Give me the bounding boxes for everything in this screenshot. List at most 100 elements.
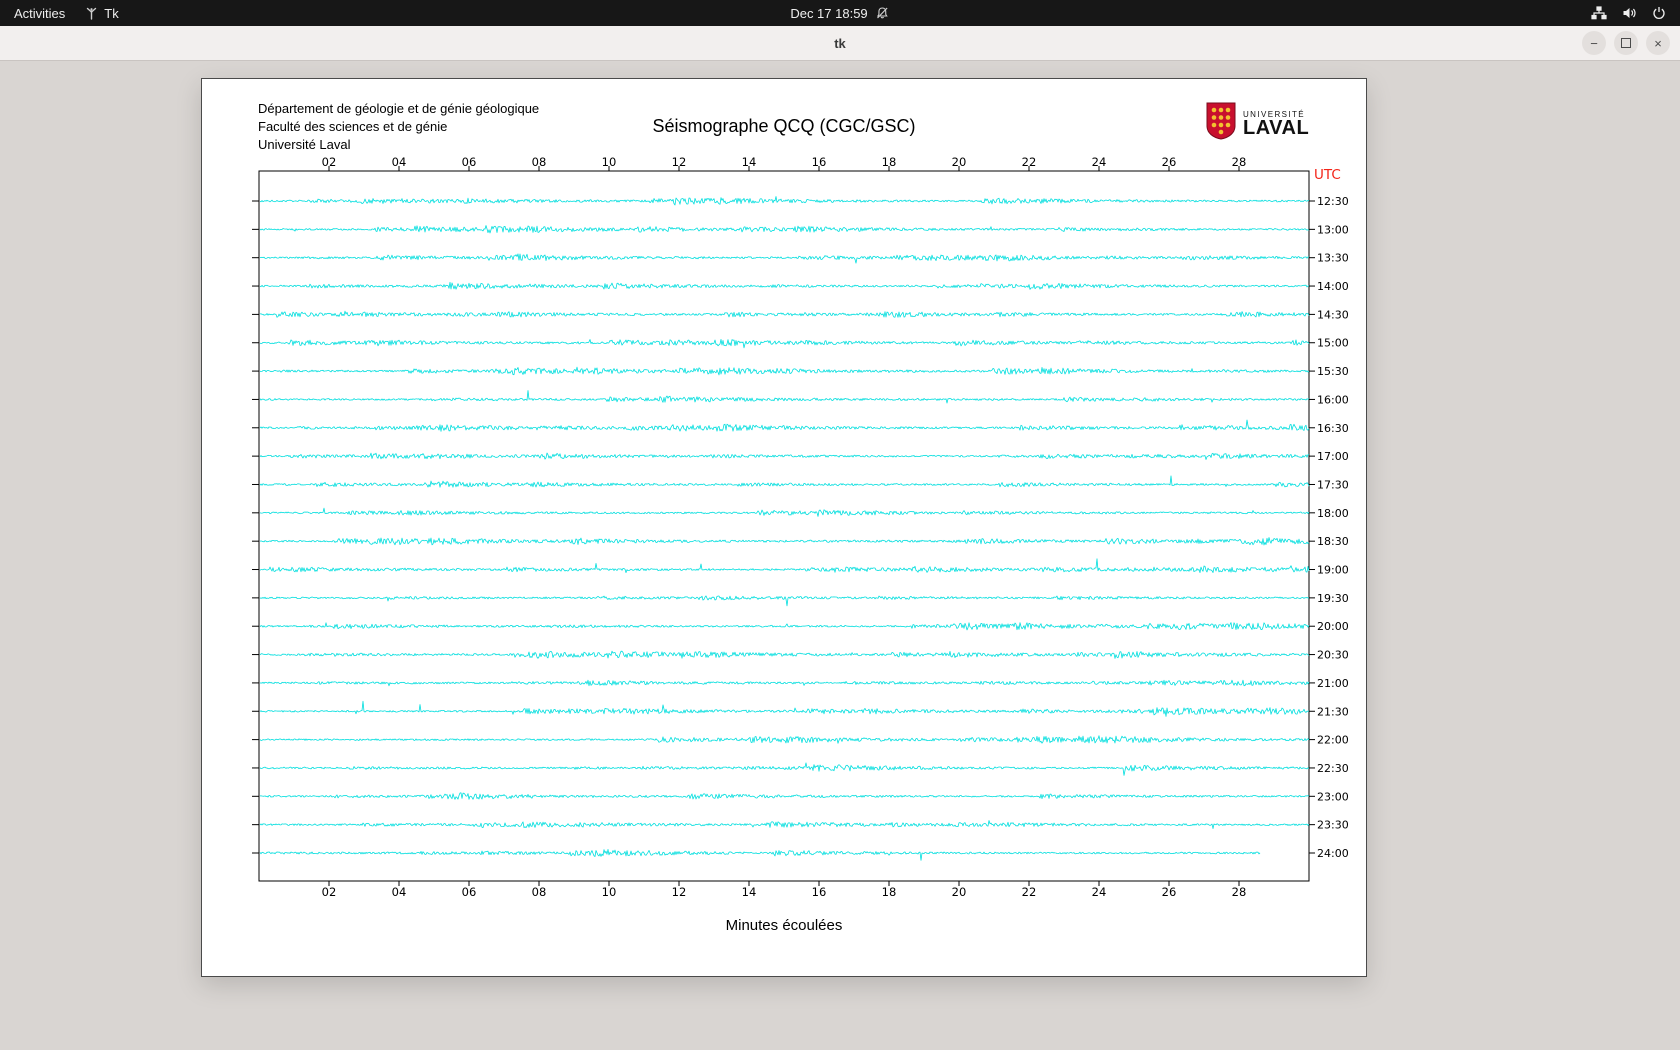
trace-time-label: 13:00 <box>1317 223 1349 236</box>
trace-time-label: 15:00 <box>1317 337 1349 350</box>
seismogram-trace <box>259 338 1310 349</box>
laval-logo-line2: LAVAL <box>1243 117 1310 139</box>
restore-button[interactable] <box>1614 31 1638 55</box>
seismogram-trace <box>259 679 1310 687</box>
trace-time-label: 18:30 <box>1317 535 1349 548</box>
restore-icon <box>1621 38 1631 48</box>
x-tick-label-bottom: 20 <box>952 885 967 899</box>
seismogram-trace <box>259 225 1310 234</box>
seismogram-trace <box>259 700 1310 717</box>
universite-laval-logo: UNIVERSITÉ LAVAL <box>1206 102 1309 145</box>
laval-logo-text: UNIVERSITÉ LAVAL <box>1243 110 1310 139</box>
x-tick-label-bottom: 16 <box>812 885 827 899</box>
x-tick-label-top: 02 <box>322 155 337 169</box>
seismogram-trace <box>259 849 1261 861</box>
tk-app-indicator[interactable]: Tk <box>85 5 119 21</box>
x-tick-label-bottom: 04 <box>392 885 407 899</box>
x-tick-label-bottom: 06 <box>462 885 477 899</box>
x-tick-label-bottom: 12 <box>672 885 687 899</box>
laval-shield-icon <box>1206 102 1236 145</box>
tk-app-label: Tk <box>104 5 119 21</box>
network-tree-icon <box>1591 6 1607 20</box>
seismogram-trace <box>259 419 1310 432</box>
activities-button[interactable]: Activities <box>14 6 65 21</box>
trace-time-label: 12:30 <box>1317 195 1349 208</box>
trace-time-label: 22:30 <box>1317 762 1349 775</box>
x-tick-label-bottom: 08 <box>532 885 547 899</box>
seismogram-trace <box>259 820 1310 829</box>
clock-menu[interactable]: Dec 17 18:59 <box>790 0 889 26</box>
window-controls: − × <box>1582 31 1670 55</box>
x-tick-label-top: 28 <box>1232 155 1247 169</box>
trace-time-label: 23:30 <box>1317 819 1349 832</box>
power-icon <box>1652 6 1666 20</box>
x-tick-label-top: 24 <box>1092 155 1107 169</box>
seismograph-chart: 02 02 04 04 06 06 08 08 10 10 12 12 14 14 16 16 18 18 20 20… <box>222 155 1362 900</box>
seismogram-trace <box>259 366 1310 376</box>
clock-label: Dec 17 18:59 <box>790 5 868 21</box>
seismogram-trace <box>259 452 1310 460</box>
trace-time-label: 16:00 <box>1317 393 1349 406</box>
seismogram-trace <box>259 281 1310 290</box>
x-tick-label-top: 20 <box>952 155 967 169</box>
x-tick-label-top: 12 <box>672 155 687 169</box>
window-titlebar[interactable]: tk <box>0 26 1680 61</box>
trace-time-label: 14:30 <box>1317 308 1349 321</box>
seismograph-svg: 02 02 04 04 06 06 08 08 10 10 12 12 14 14 16 16 18 18 20 20… <box>252 155 1349 899</box>
x-tick-label-top: 04 <box>392 155 407 169</box>
x-tick-label-bottom: 28 <box>1232 885 1247 899</box>
trace-time-label: 19:30 <box>1317 592 1349 605</box>
trace-time-label: 18:00 <box>1317 507 1349 520</box>
x-tick-label-top: 18 <box>882 155 897 169</box>
notifications-muted-icon <box>876 6 890 20</box>
x-tick-label-top: 26 <box>1162 155 1177 169</box>
seismogram-trace <box>259 622 1310 631</box>
trace-time-label: 13:30 <box>1317 252 1349 265</box>
x-tick-label-bottom: 14 <box>742 885 757 899</box>
seismogram-trace <box>259 196 1309 206</box>
page-title: Séismographe QCQ (CGC/GSC) <box>652 116 916 136</box>
trace-time-label: 22:00 <box>1317 734 1349 747</box>
trace-time-label: 16:30 <box>1317 422 1349 435</box>
x-tick-label-bottom: 22 <box>1022 885 1037 899</box>
x-tick-label-top: 16 <box>812 155 827 169</box>
seismogram-trace <box>259 253 1310 264</box>
minimize-button[interactable]: − <box>1582 31 1606 55</box>
x-tick-label-top: 06 <box>462 155 477 169</box>
institution-line-3: Université Laval <box>258 137 351 152</box>
volume-icon <box>1622 6 1637 20</box>
seismogram-trace <box>259 537 1310 546</box>
x-tick-label-top: 22 <box>1022 155 1037 169</box>
trace-time-label: 24:00 <box>1317 847 1349 860</box>
trace-time-label: 20:30 <box>1317 649 1349 662</box>
seismogram-trace <box>259 735 1310 744</box>
x-tick-label-bottom: 24 <box>1092 885 1107 899</box>
trace-time-label: 21:30 <box>1317 705 1349 718</box>
x-tick-label-bottom: 18 <box>882 885 897 899</box>
trace-time-label: 17:00 <box>1317 450 1349 463</box>
x-axis-label: Minutes écoulées <box>725 917 843 934</box>
top-bar: Activities Tk Dec 17 18:59 <box>0 0 1680 26</box>
seismogram-trace <box>259 507 1310 517</box>
trace-time-label: 19:00 <box>1317 564 1349 577</box>
x-tick-label-bottom: 02 <box>322 885 337 899</box>
trace-time-label: 20:00 <box>1317 620 1349 633</box>
x-tick-label-bottom: 10 <box>602 885 617 899</box>
seismogram-trace <box>259 762 1310 776</box>
seismogram-trace <box>259 390 1310 404</box>
seismogram-trace <box>259 650 1310 659</box>
x-tick-label-top: 14 <box>742 155 757 169</box>
x-tick-label-top: 10 <box>602 155 617 169</box>
trace-time-label: 17:30 <box>1317 478 1349 491</box>
trace-time-label: 21:00 <box>1317 677 1349 690</box>
seismogram-trace <box>259 475 1310 488</box>
seismogram-trace <box>259 558 1310 574</box>
system-status-area[interactable] <box>1591 6 1680 20</box>
tk-icon <box>85 6 98 20</box>
seismograph-canvas: Département de géologie et de génie géol… <box>201 78 1367 977</box>
seismogram-trace <box>259 310 1310 318</box>
x-tick-label-top: 08 <box>532 155 547 169</box>
close-button[interactable]: × <box>1646 31 1670 55</box>
seismogram-trace <box>259 595 1310 607</box>
utc-label: UTC <box>1314 167 1341 183</box>
